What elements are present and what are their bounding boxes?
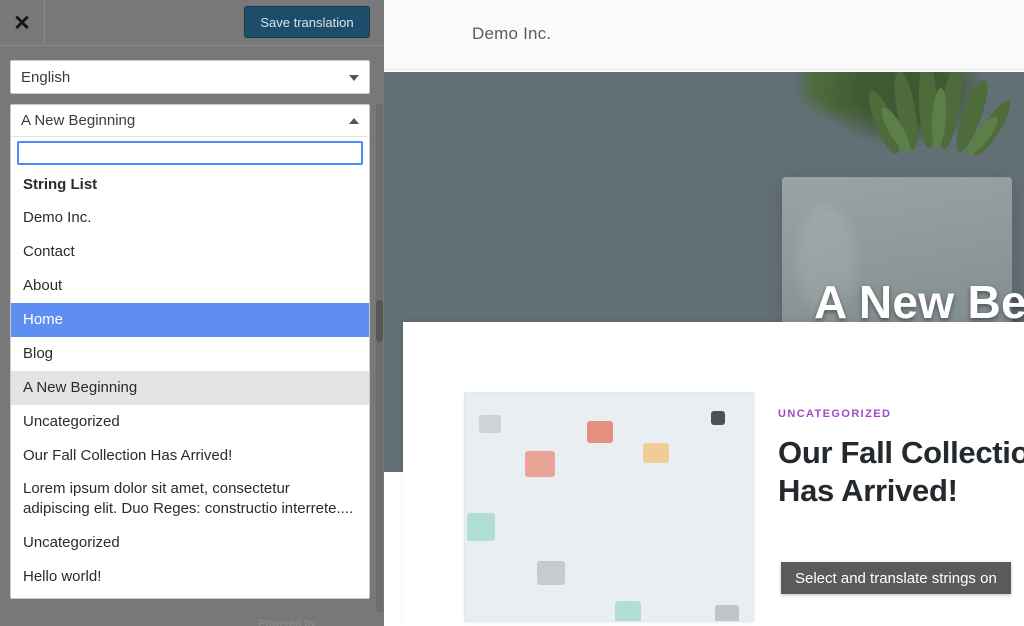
- string-combobox-selected-label: A New Beginning: [21, 112, 136, 129]
- string-option[interactable]: Demo Inc.: [11, 201, 369, 235]
- chevron-up-icon: [349, 118, 359, 124]
- screen-root: Demo Inc. A New Be UNCATEGORIZED Our Fal…: [0, 0, 1024, 626]
- chevron-down-icon: [349, 75, 359, 81]
- site-header: Demo Inc.: [384, 0, 1024, 70]
- string-search-field[interactable]: [17, 141, 363, 165]
- string-option[interactable]: Uncategorized: [11, 526, 369, 560]
- close-icon[interactable]: ✕: [0, 0, 45, 46]
- language-select-value: English: [21, 68, 71, 86]
- post-title[interactable]: Our Fall Collection Has Arrived!: [778, 434, 1024, 510]
- tooltip: Select and translate strings on: [781, 562, 1011, 594]
- panel-scrollbar[interactable]: [376, 104, 383, 612]
- string-search-input[interactable]: [19, 143, 361, 163]
- panel-footnote: Powered by: [258, 618, 317, 626]
- hero-title: A New Beginning: [814, 276, 1024, 328]
- string-option[interactable]: Uncategorized: [11, 405, 369, 439]
- string-option[interactable]: Lorem ipsum dolor sit amet, consectetur …: [11, 472, 369, 526]
- string-combobox-value[interactable]: A New Beginning: [11, 105, 369, 137]
- string-options-list[interactable]: String List Demo Inc. Contact About Home Blog…: [11, 167, 369, 598]
- string-option[interactable]: Home: [11, 302, 369, 337]
- translation-panel: ✕ Save translation English A New Beginni…: [0, 0, 384, 626]
- language-select[interactable]: English: [10, 60, 370, 94]
- string-option[interactable]: Contact: [11, 235, 369, 269]
- plant-leaves-icon: [868, 72, 1011, 156]
- string-option[interactable]: Blog: [11, 337, 369, 371]
- string-option[interactable]: A New Beginning: [11, 370, 369, 405]
- string-option[interactable]: Our Fall Collection Has Arrived!: [11, 439, 369, 473]
- site-brand[interactable]: Demo Inc.: [472, 24, 551, 44]
- post-thumbnail: [464, 392, 754, 622]
- post-category[interactable]: Uncategorized: [778, 408, 1024, 420]
- string-combobox: A New Beginning String List Demo Inc. Cont…: [10, 104, 370, 599]
- save-translation-button[interactable]: Save translation: [244, 6, 370, 38]
- site-preview: Demo Inc. A New Be UNCATEGORIZED Our Fal…: [384, 0, 1024, 626]
- string-option[interactable]: Hello world!: [11, 560, 369, 594]
- string-option[interactable]: About: [11, 269, 369, 303]
- panel-scrollbar-thumb[interactable]: [376, 300, 383, 342]
- string-option-group: String List: [23, 176, 98, 193]
- panel-topbar: ✕ Save translation: [0, 0, 384, 46]
- tooltip-text: Select and translate strings on: [795, 569, 997, 587]
